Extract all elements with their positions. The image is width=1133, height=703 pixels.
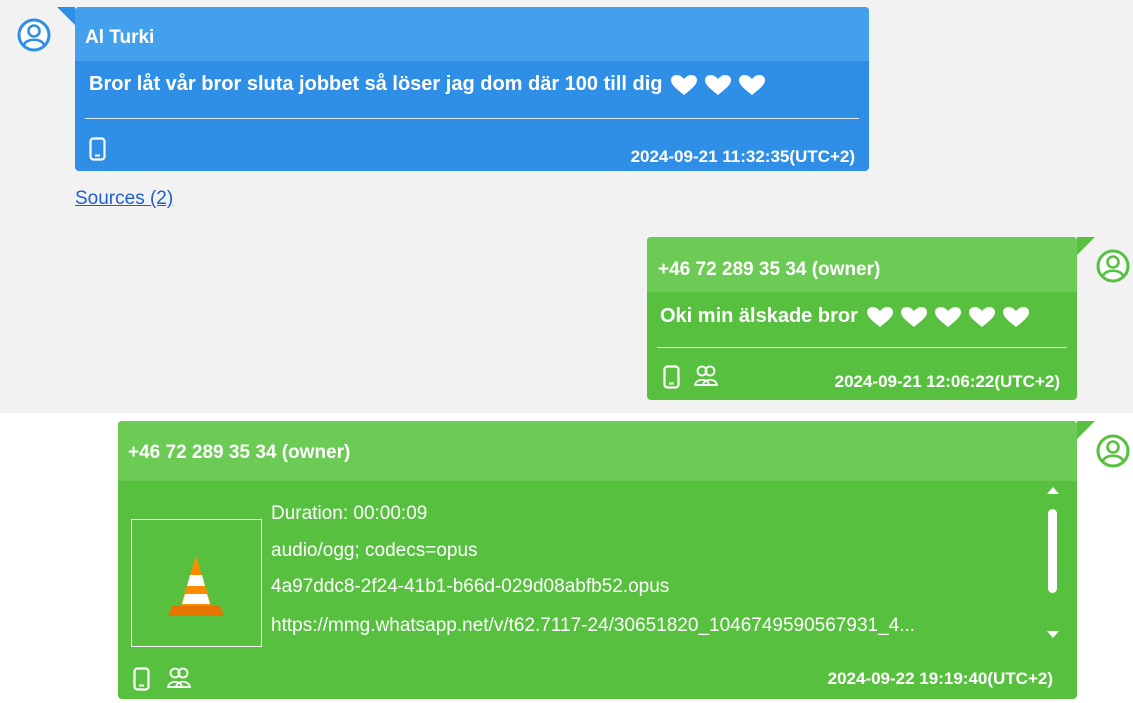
- message-timestamp: 2024-09-22 19:19:40(UTC+2): [827, 669, 1053, 688]
- heart-icon: [866, 306, 894, 328]
- sources-link[interactable]: Sources (2): [75, 188, 173, 210]
- phone-icon: [89, 137, 106, 161]
- sender-name: Al Turki: [85, 27, 155, 48]
- bubble-divider: [85, 118, 859, 119]
- sender-name: +46 72 289 35 34 (owner): [658, 259, 881, 280]
- media-mime-type: audio/ogg; codecs=opus: [271, 540, 478, 561]
- message-bubble-outgoing: +46 72 289 35 34 (owner) Oki min älskade…: [647, 237, 1095, 400]
- message-text: Oki min älskade bror: [660, 305, 1036, 328]
- avatar-incoming-icon: [17, 18, 51, 52]
- heart-emojis: [866, 305, 1036, 328]
- heart-icon: [670, 74, 698, 96]
- message-text: Bror låt vår bror sluta jobbet så löser …: [89, 73, 772, 96]
- vlc-cone-icon: [168, 556, 224, 616]
- group-icon: [166, 665, 192, 689]
- avatar-outgoing-icon: [1096, 434, 1130, 468]
- heart-icon: [1002, 306, 1030, 328]
- message-bubble-incoming: Al Turki Bror låt vår bror sluta jobbet …: [57, 7, 869, 171]
- media-duration: Duration: 00:00:09: [271, 503, 428, 524]
- scroll-down-arrow-icon[interactable]: [1047, 631, 1059, 638]
- bubble-divider: [657, 347, 1067, 348]
- scroll-up-arrow-icon[interactable]: [1047, 487, 1059, 494]
- phone-icon: [133, 667, 150, 691]
- heart-icon: [704, 74, 732, 96]
- message-timestamp: 2024-09-21 11:32:35(UTC+2): [630, 147, 855, 166]
- heart-emojis: [670, 73, 772, 96]
- scrollbar-thumb[interactable]: [1048, 509, 1057, 593]
- phone-icon: [663, 365, 680, 389]
- attachment-scrollbar[interactable]: [1046, 487, 1060, 639]
- media-thumbnail[interactable]: [131, 519, 262, 647]
- sender-name: +46 72 289 35 34 (owner): [128, 442, 351, 463]
- heart-icon: [738, 74, 766, 96]
- heart-icon: [934, 306, 962, 328]
- message-bubble-outgoing-media: +46 72 289 35 34 (owner) Duration: 00:00…: [118, 421, 1095, 699]
- heart-icon: [900, 306, 928, 328]
- heart-icon: [968, 306, 996, 328]
- avatar-outgoing-icon: [1096, 249, 1130, 283]
- message-timestamp: 2024-09-21 12:06:22(UTC+2): [834, 372, 1060, 391]
- media-filename: 4a97ddc8-2f24-41b1-b66d-029d08abfb52.opu…: [271, 576, 670, 597]
- group-icon: [693, 363, 719, 387]
- media-url[interactable]: https://mmg.whatsapp.net/v/t62.7117-24/3…: [271, 615, 915, 637]
